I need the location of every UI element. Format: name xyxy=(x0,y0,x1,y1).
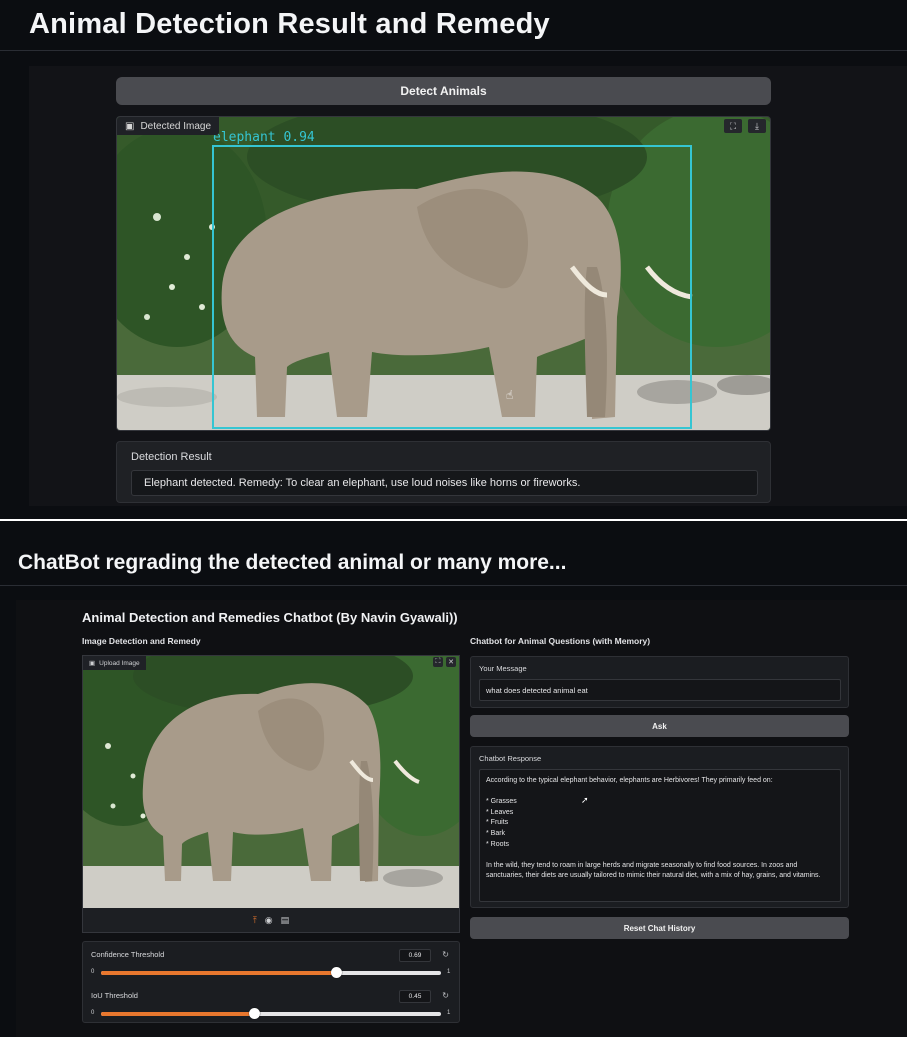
detected-image-box: ▣ Detected Image ⛶ ⤓ elephant 0.94 xyxy=(116,116,771,431)
response-intro: According to the typical elephant behavi… xyxy=(486,777,773,784)
confidence-slider[interactable] xyxy=(101,967,441,978)
response-item: * Fruits xyxy=(486,819,509,827)
response-item: * Grasses xyxy=(486,798,517,806)
section2-divider xyxy=(0,585,907,586)
confidence-max: 1 xyxy=(447,969,451,975)
message-box: Your Message what does detected animal e… xyxy=(470,656,849,708)
upload-toolbar: ⛶ ✕ xyxy=(433,657,456,667)
close-icon[interactable]: ✕ xyxy=(446,657,456,667)
section1-title: Animal Detection Result and Remedy xyxy=(29,8,550,40)
iou-label: IoU Threshold xyxy=(91,991,138,1000)
reset-icon[interactable]: ↻ xyxy=(442,950,449,959)
reset-chat-history-button[interactable]: Reset Chat History xyxy=(470,917,849,939)
fullscreen-icon[interactable]: ⛶ xyxy=(433,657,443,667)
reset-icon[interactable]: ↻ xyxy=(442,991,449,1000)
upload-image-box[interactable]: ▣ Upload Image ⛶ ✕ ⤒ ◉ ▤ xyxy=(82,655,460,933)
iou-max: 1 xyxy=(447,1010,451,1016)
detection-section: Animal Detection Result and Remedy Detec… xyxy=(0,0,907,519)
right-column-heading: Chatbot for Animal Questions (with Memor… xyxy=(470,636,651,646)
detection-result-text[interactable]: Elephant detected. Remedy: To clear an e… xyxy=(131,470,758,496)
iou-slider[interactable] xyxy=(101,1008,441,1019)
image-icon: ▣ xyxy=(89,660,96,667)
uploaded-elephant-photo xyxy=(83,656,459,910)
confidence-label: Confidence Threshold xyxy=(91,950,165,959)
section2-title: ChatBot regrading the detected animal or… xyxy=(18,551,567,574)
response-item: * Leaves xyxy=(486,808,514,816)
webcam-icon[interactable]: ◉ xyxy=(265,915,273,926)
image-toolbar: ⛶ ⤓ xyxy=(724,119,766,133)
image-icon: ▣ xyxy=(125,120,135,132)
detection-bbox-label: elephant 0.94 xyxy=(213,130,315,145)
message-input[interactable]: what does detected animal eat xyxy=(479,679,841,701)
clipboard-icon[interactable]: ▤ xyxy=(281,915,290,926)
detection-result-box: Detection Result Elephant detected. Reme… xyxy=(116,441,771,503)
app-title: Animal Detection and Remedies Chatbot (B… xyxy=(82,610,458,625)
message-label: Your Message xyxy=(479,664,527,673)
response-item: * Bark xyxy=(486,829,506,837)
detect-animals-button[interactable]: Detect Animals xyxy=(116,77,771,105)
left-column-heading: Image Detection and Remedy xyxy=(82,636,201,646)
iou-value-input[interactable]: 0.45 xyxy=(399,990,431,1003)
confidence-value-input[interactable]: 0.69 xyxy=(399,949,431,962)
section-divider xyxy=(0,519,907,521)
ask-button[interactable]: Ask xyxy=(470,715,849,737)
chatbot-response-box: Chatbot Response According to the typica… xyxy=(470,746,849,908)
iou-slider-fill xyxy=(101,1012,254,1016)
detection-result-label: Detection Result xyxy=(131,451,212,463)
chatbot-response-text[interactable]: According to the typical elephant behavi… xyxy=(479,769,841,902)
upload-source-bar: ⤒ ◉ ▤ xyxy=(83,908,459,932)
response-outro: In the wild, they tend to roam in large … xyxy=(486,861,821,880)
download-icon[interactable]: ⤓ xyxy=(748,119,766,133)
upload-image-label: ▣ Upload Image xyxy=(83,656,146,670)
upload-icon[interactable]: ⤒ xyxy=(253,915,257,926)
detected-image-label: ▣ Detected Image xyxy=(117,117,220,135)
fullscreen-icon[interactable]: ⛶ xyxy=(724,119,742,133)
confidence-min: 0 xyxy=(91,969,95,975)
cursor-icon: ☝ xyxy=(506,388,514,402)
cursor-icon: ➚ xyxy=(581,795,589,805)
confidence-slider-knob[interactable] xyxy=(330,967,342,978)
chatbot-response-label: Chatbot Response xyxy=(479,754,542,763)
section1-divider xyxy=(0,50,907,51)
confidence-slider-fill xyxy=(101,971,336,975)
response-item: * Roots xyxy=(486,840,509,848)
threshold-sliders: Confidence Threshold 0.69 ↻ 0 1 IoU Thre… xyxy=(82,941,460,1023)
iou-min: 0 xyxy=(91,1010,95,1016)
detection-bounding-box xyxy=(212,145,692,429)
iou-slider-knob[interactable] xyxy=(249,1008,260,1019)
